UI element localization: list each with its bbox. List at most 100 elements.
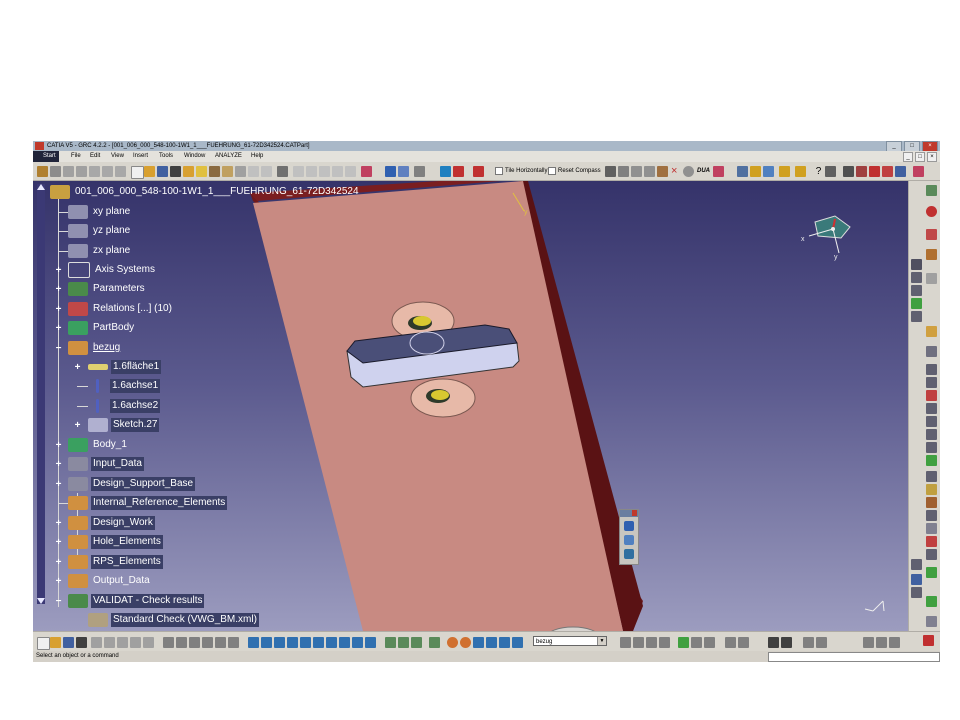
command-input[interactable]	[768, 652, 940, 662]
bottom-tool-13-icon[interactable]	[473, 637, 484, 648]
tree-item-axis-systems[interactable]: Axis Systems	[68, 262, 157, 278]
menu-view[interactable]: View	[111, 151, 124, 162]
tree-item-label[interactable]: PartBody	[91, 321, 136, 335]
bottom-tool-25-icon[interactable]	[738, 637, 749, 648]
tree-item-label[interactable]: Output_Data	[91, 574, 152, 588]
right-tool-20-icon[interactable]	[926, 471, 937, 482]
tool-icon-b[interactable]	[261, 166, 272, 177]
bottom-tool-20-icon[interactable]	[659, 637, 670, 648]
tool-icon-l[interactable]	[856, 166, 867, 177]
menu-insert[interactable]: Insert	[133, 151, 148, 162]
bottom-tool-11-icon[interactable]	[447, 637, 458, 648]
tree-item-label[interactable]: Internal_Reference_Elements	[91, 496, 228, 510]
right-tool-17-icon[interactable]	[926, 429, 937, 440]
vwg-tool-blue-icon[interactable]	[440, 166, 451, 177]
scroll-up-arrow-icon[interactable]	[37, 184, 45, 190]
reset-compass-checkbox[interactable]: Reset Compass	[548, 167, 601, 175]
crown2-icon[interactable]	[795, 166, 806, 177]
shading-icon[interactable]	[352, 637, 363, 648]
eraser2-icon[interactable]	[713, 166, 724, 177]
bottom-tool-2-icon[interactable]	[176, 637, 187, 648]
tree-item-label[interactable]: Body_1	[91, 438, 129, 452]
bottom-point-icon[interactable]	[768, 637, 779, 648]
tree-item-label[interactable]: zx plane	[91, 244, 132, 258]
tree-item-label[interactable]: Relations [...] (10)	[91, 302, 174, 316]
paste-icon[interactable]	[115, 166, 126, 177]
expand-parameters-icon[interactable]: +	[54, 285, 63, 295]
bottom-tool-8-icon[interactable]	[398, 637, 409, 648]
right-tool-7-icon[interactable]	[911, 285, 922, 296]
tool-icon-a[interactable]	[248, 166, 259, 177]
bottom-tool-10-icon[interactable]	[429, 637, 440, 648]
tree-item-yz-plane[interactable]: yz plane	[68, 224, 132, 238]
tool-icon-c[interactable]	[293, 166, 304, 177]
expand-body1-icon[interactable]: +	[54, 441, 63, 451]
right-tool-13-icon[interactable]	[926, 377, 937, 388]
bottom-tool-26-icon[interactable]	[803, 637, 814, 648]
select-icon[interactable]	[37, 166, 48, 177]
tool-icon-g[interactable]	[345, 166, 356, 177]
menu-help[interactable]: Help	[251, 151, 263, 162]
right-tool-16-icon[interactable]	[926, 416, 937, 427]
expand-partbody-icon[interactable]: +	[54, 324, 63, 334]
expand-rps-elements-icon[interactable]: +	[54, 558, 63, 568]
save-management-icon[interactable]	[183, 166, 194, 177]
bottom-paste-icon[interactable]	[117, 637, 128, 648]
bottom-tool-29-icon[interactable]	[876, 637, 887, 648]
bottom-tool-21-icon[interactable]	[678, 637, 689, 648]
floating-close-icon[interactable]	[632, 510, 637, 516]
expand-hole-elements-icon[interactable]: +	[54, 538, 63, 548]
right-tool-21-icon[interactable]	[926, 484, 937, 495]
tree-item-label[interactable]: Hole_Elements	[91, 535, 163, 549]
right-tool-30-icon[interactable]	[911, 587, 922, 598]
cut-icon[interactable]	[89, 166, 100, 177]
vwg-tool-red2-icon[interactable]	[473, 166, 484, 177]
expand-design-work-icon[interactable]: +	[54, 519, 63, 529]
right-tool-15-icon[interactable]	[926, 403, 937, 414]
tool-icon-i[interactable]	[644, 166, 655, 177]
open-icon[interactable]	[144, 166, 155, 177]
pan-icon[interactable]	[274, 637, 285, 648]
tree-item-label[interactable]: VALIDAT - Check results	[91, 594, 205, 608]
target-icon[interactable]	[683, 166, 694, 177]
tool-icon-k[interactable]	[825, 166, 836, 177]
bottom-tool-7-icon[interactable]	[385, 637, 396, 648]
crown-icon[interactable]	[779, 166, 790, 177]
tool-icon-n[interactable]	[882, 166, 893, 177]
tree-root-node[interactable]: 001_006_000_548-100-1W1_1___FUEHRUNG_61-…	[50, 185, 361, 199]
tree-item-flaeche1[interactable]: 1.6fläche1	[88, 360, 162, 374]
expand-output-data-icon[interactable]: +	[54, 577, 63, 587]
sheet-icon[interactable]	[737, 166, 748, 177]
right-tool-23-icon[interactable]	[926, 510, 937, 521]
tree-item-achse1[interactable]: 1.6achse1	[88, 379, 161, 393]
doc-close-button[interactable]: ×	[927, 152, 937, 162]
bottom-tool-30-icon[interactable]	[889, 637, 900, 648]
eraser3-icon[interactable]	[913, 166, 924, 177]
right-tool-31-icon[interactable]	[926, 596, 937, 607]
right-tool-12-icon[interactable]	[926, 364, 937, 375]
right-tool-11-icon[interactable]	[926, 346, 937, 357]
zoom-in-icon[interactable]	[300, 637, 311, 648]
scroll-down-arrow-icon[interactable]	[37, 598, 45, 604]
tree-item-label[interactable]: 1.6achse1	[110, 379, 161, 393]
right-tool-6-icon[interactable]	[926, 273, 937, 284]
vwg-tool-red-icon[interactable]	[453, 166, 464, 177]
sheet2-icon[interactable]	[763, 166, 774, 177]
tool-icon-e[interactable]	[319, 166, 330, 177]
bottom-copy-icon[interactable]	[104, 637, 115, 648]
bottom-new-icon[interactable]	[37, 637, 50, 650]
delete-x-icon[interactable]: ×	[671, 166, 682, 177]
grid-icon[interactable]	[843, 166, 854, 177]
zoom-icon[interactable]	[385, 166, 396, 177]
undo-icon[interactable]	[63, 166, 74, 177]
bottom-tool-4-icon[interactable]	[202, 637, 213, 648]
zoom-out-icon[interactable]	[313, 637, 324, 648]
reset-compass-box[interactable]	[548, 167, 556, 175]
right-tool-8-icon[interactable]	[911, 298, 922, 309]
tool-icon-m[interactable]	[869, 166, 880, 177]
bottom-tool-3-icon[interactable]	[189, 637, 200, 648]
layer-dropdown[interactable]: bezug ▼	[533, 636, 607, 646]
expand-flaeche-icon[interactable]: +	[73, 363, 82, 373]
tree-item-relations[interactable]: Relations [...] (10)	[68, 302, 174, 316]
tree-item-validat[interactable]: VALIDAT - Check results	[68, 594, 205, 608]
